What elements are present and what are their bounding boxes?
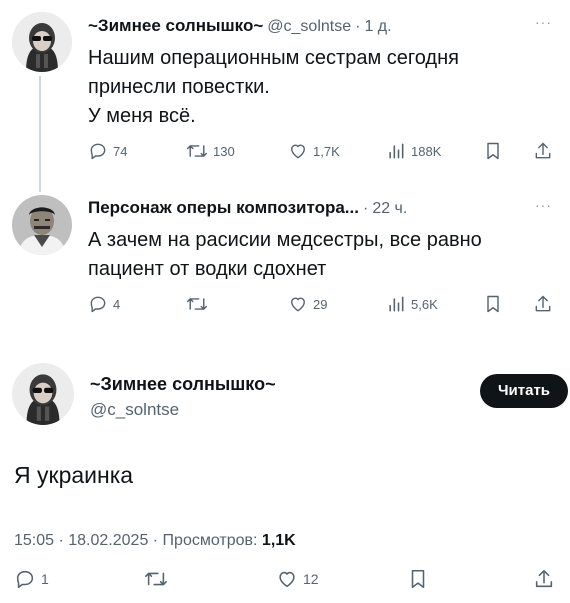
separator: · [362,200,369,217]
reply-count: 4 [113,296,121,312]
more-icon[interactable]: ··· [535,14,552,30]
bookmark-button[interactable] [408,568,428,590]
views-count: 1,1K [261,532,296,549]
author-handle[interactable]: @c_solntse [90,400,179,420]
reply-count: 74 [113,143,128,159]
reply-button[interactable]: 74 [88,141,127,161]
reply-icon [90,143,106,160]
retweet-icon [186,145,208,157]
tweet-stats: 15:05 · 18.02.2025 · Просмотров: 1,1K [14,532,296,550]
avatar-image [12,363,74,425]
like-button[interactable]: 29 [288,294,327,314]
bookmark-button[interactable] [484,294,502,314]
author-name[interactable]: Персонаж оперы композитора... [88,198,359,218]
like-count: 1,7K [313,143,340,159]
like-icon [291,144,305,159]
views-icon [389,296,404,312]
tweet-text: Нашим операционным сестрам сегодня прине… [88,44,459,131]
share-icon [535,569,553,588]
views-icon [389,143,404,159]
tweet-time[interactable]: 1 д. [364,18,391,36]
like-count: 29 [313,296,328,312]
tweet-text: А зачем на расисии медсестры, все равно … [88,226,482,284]
share-icon [535,295,551,312]
share-button[interactable] [533,293,553,315]
bookmark-icon [487,142,499,160]
tweet-text-line: принесли повестки. [88,76,270,98]
tweet-text-line: А зачем на расисии медсестры, все равно [88,229,482,251]
views-button[interactable]: 188K [386,141,441,161]
author-name[interactable]: ~Зимнее солнышко~ [88,16,263,36]
views-count: 188K [411,143,442,159]
like-count: 12 [303,571,319,587]
tweet-text-line: Нашим операционным сестрам сегодня [88,47,459,69]
avatar[interactable] [12,195,72,255]
share-button[interactable] [533,567,555,591]
like-button[interactable]: 12 [276,568,319,590]
reply-icon [90,296,106,313]
reply-button[interactable]: 1 [14,568,49,590]
avatar[interactable] [12,363,74,425]
tweet-time[interactable]: 22 ч. [372,200,407,218]
share-button[interactable] [533,140,553,162]
avatar-image [12,195,72,255]
bookmark-icon [487,295,499,313]
retweet-icon [145,572,167,586]
retweet-button[interactable] [186,294,208,314]
avatar[interactable] [12,12,72,72]
main-tweet-text: Я украинка [14,462,134,488]
author-handle[interactable]: @c_solntse [267,18,351,36]
retweet-button[interactable] [144,568,168,590]
bookmark-button[interactable] [484,141,502,161]
like-icon [291,297,305,312]
timestamp[interactable]: 15:05 · 18.02.2025 · Просмотров: [14,532,257,549]
follow-button[interactable]: Читать [480,374,569,408]
thread-line [39,76,41,192]
tweet-text-line: У меня всё. [88,105,196,127]
author-name[interactable]: ~Зимнее солнышко~ [90,374,276,395]
like-button[interactable]: 1,7K [288,141,340,161]
retweet-count: 130 [213,143,235,159]
retweet-button[interactable]: 130 [186,141,235,161]
more-icon[interactable]: ··· [535,197,552,213]
bookmark-icon [411,569,425,589]
reply-button[interactable]: 4 [88,294,120,314]
share-icon [535,142,551,159]
reply-count: 1 [41,571,49,587]
reply-icon [16,570,34,589]
separator: · [355,18,361,35]
retweet-icon [186,298,208,310]
tweet-text-line: пациент от водки сдохнет [88,258,327,280]
like-icon [279,571,295,588]
views-count: 5,6K [411,296,438,312]
views-button[interactable]: 5,6K [386,294,438,314]
avatar-image [12,12,72,72]
